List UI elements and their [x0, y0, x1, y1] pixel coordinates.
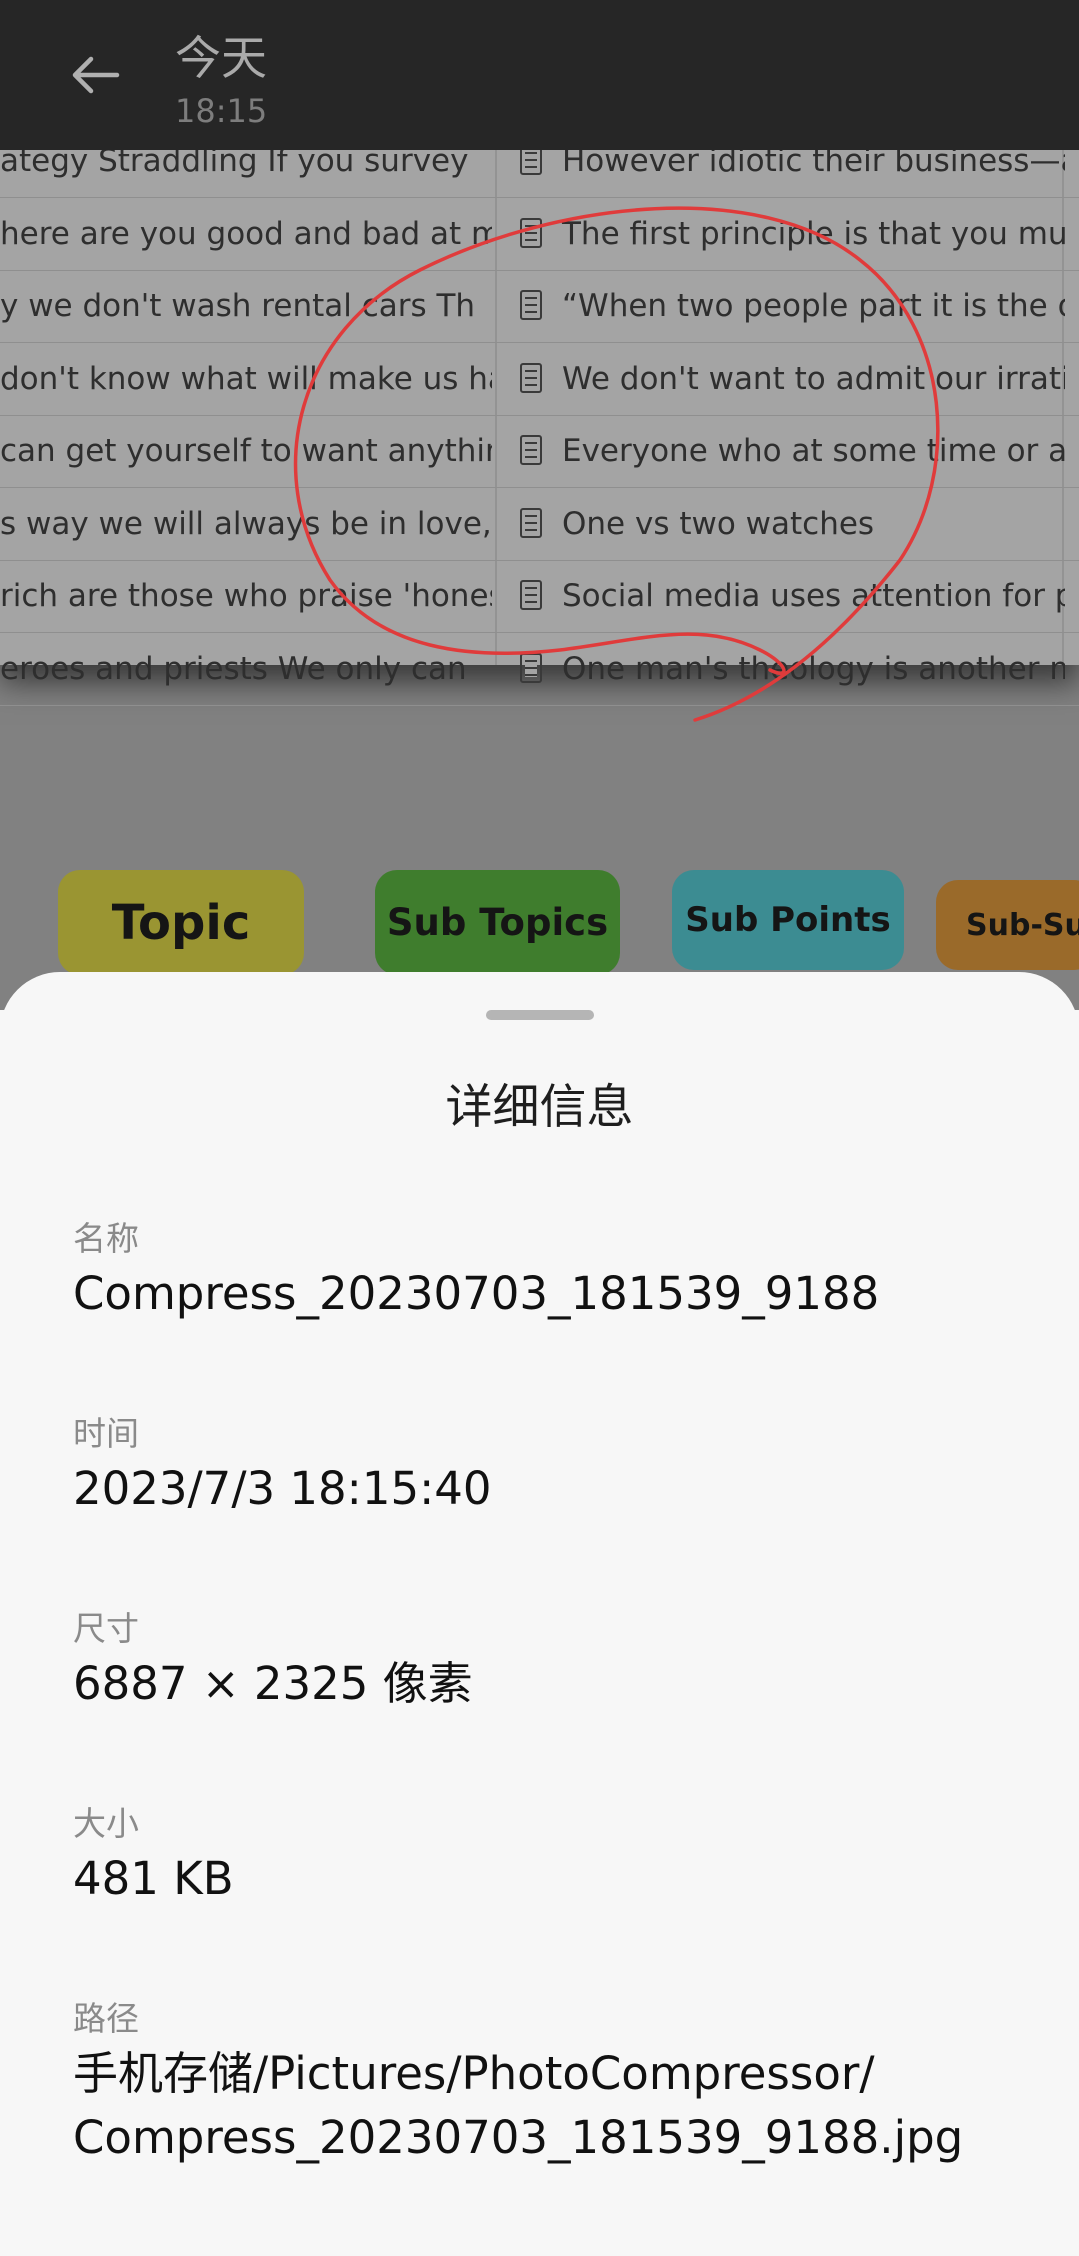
name-value: Compress_20230703_181539_9188 — [73, 1267, 880, 1320]
path-value-line2: Compress_20230703_181539_9188.jpg — [73, 2111, 964, 2164]
file-size-value: 481 KB — [73, 1852, 234, 1905]
time-label: 时间 — [73, 1414, 139, 1453]
sheet-title: 详细信息 — [445, 1080, 634, 1135]
file-size-label: 大小 — [73, 1804, 139, 1843]
dimensions-value: 6887 × 2325 像素 — [73, 1657, 473, 1710]
details-bottom-sheet: 详细信息 名称 Compress_20230703_181539_9188 时间… — [0, 972, 1079, 2256]
drag-handle[interactable] — [486, 1010, 594, 1020]
dimensions-label: 尺寸 — [73, 1609, 139, 1648]
annotation-circle-top — [293, 206, 940, 722]
time-value: 2023/7/3 18:15:40 — [73, 1462, 492, 1515]
path-label: 路径 — [73, 1999, 139, 2038]
path-value-line1: 手机存储/Pictures/PhotoCompressor/ — [73, 2047, 875, 2100]
name-label: 名称 — [73, 1219, 139, 1258]
photo-viewer-screen: er on problems at your freshestBeing in … — [0, 0, 1079, 2256]
